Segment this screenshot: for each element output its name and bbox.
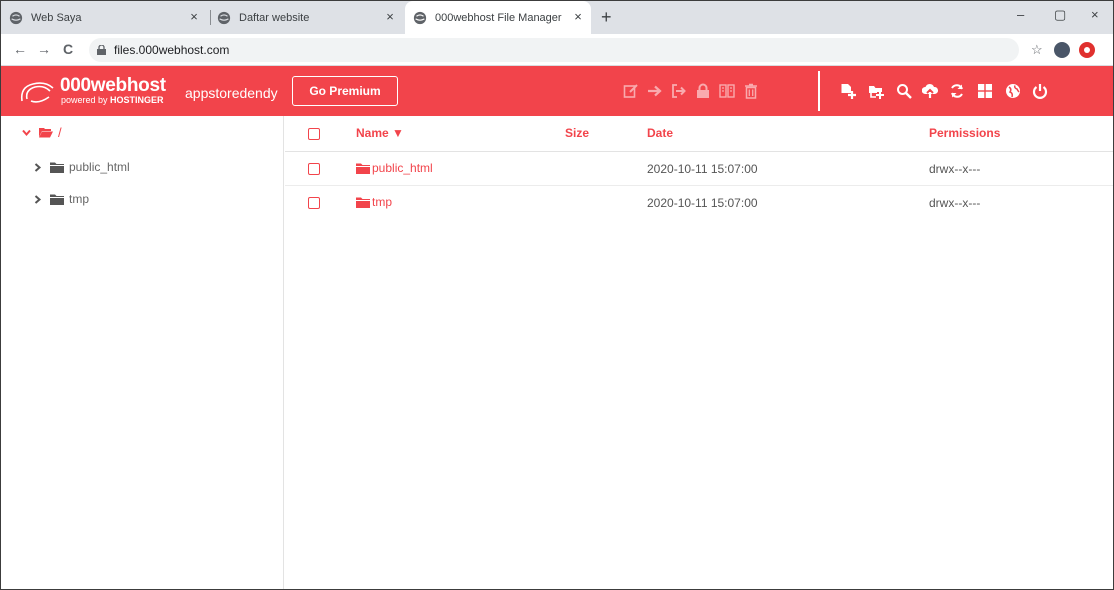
folder-tree: / public_html tmp [1, 116, 284, 589]
url-text: files.000webhost.com [114, 43, 230, 57]
maximize-button[interactable]: ▢ [1054, 7, 1066, 23]
file-permissions: drwx--x--- [929, 196, 981, 210]
upload-icon[interactable] [921, 82, 939, 100]
chevron-right-icon [34, 162, 42, 172]
chevron-down-icon [22, 129, 31, 137]
sidebar-item-public-html[interactable]: public_html [33, 160, 130, 174]
window-close-button[interactable]: × [1091, 7, 1099, 22]
column-header-name[interactable]: Name ▼ [356, 126, 404, 140]
back-button[interactable]: ← [13, 41, 27, 57]
sidebar-item-tmp[interactable]: tmp [33, 192, 89, 206]
column-header-permissions[interactable]: Permissions [929, 126, 1000, 140]
file-date: 2020-10-11 15:07:00 [647, 196, 758, 210]
file-table: Name ▼ Size Date Permissions public_html… [285, 116, 1113, 589]
new-folder-icon[interactable] [867, 82, 885, 100]
tab-title: Daftar website [239, 11, 310, 24]
lock-icon [97, 45, 106, 55]
go-premium-button[interactable]: Go Premium [292, 76, 398, 106]
folder-icon [356, 197, 370, 208]
file-name-label: public_html [372, 161, 433, 175]
tab-title: Web Saya [31, 11, 82, 24]
reload-button[interactable]: C [63, 41, 73, 57]
tab-strip: Web Saya × Daftar website × 000webhost F… [1, 1, 1113, 34]
file-permissions: drwx--x--- [929, 162, 981, 176]
tab-close-button[interactable]: × [187, 10, 201, 24]
tab-close-button[interactable]: × [571, 10, 585, 24]
extension-icon[interactable] [1079, 42, 1095, 58]
tab-web-saya[interactable]: Web Saya × [9, 1, 207, 34]
power-icon[interactable] [1031, 82, 1049, 100]
url-field[interactable]: files.000webhost.com [89, 38, 1019, 62]
file-name[interactable]: public_html [356, 161, 433, 175]
sidebar-item-label: public_html [69, 160, 130, 174]
app-header: 000webhost powered by HOSTINGER appstore… [1, 66, 1113, 116]
powered-by-text: powered by [61, 95, 108, 105]
tab-file-manager[interactable]: 000webhost File Manager × [405, 1, 591, 34]
table-row[interactable]: public_html 2020-10-11 15:07:00 drwx--x-… [285, 152, 1113, 186]
tab-separator [210, 10, 211, 25]
globe-icon [9, 11, 23, 24]
tab-title: 000webhost File Manager [435, 11, 562, 24]
browser-window: Web Saya × Daftar website × 000webhost F… [0, 0, 1114, 590]
globe-icon[interactable] [1004, 82, 1022, 100]
archive-icon[interactable] [718, 82, 736, 100]
rename-icon[interactable] [670, 82, 688, 100]
row-checkbox[interactable] [308, 163, 320, 175]
tree-root[interactable]: / [22, 125, 62, 140]
table-header: Name ▼ Size Date Permissions [285, 116, 1113, 152]
edit-icon[interactable] [622, 82, 640, 100]
toolbar-divider [818, 71, 820, 111]
forward-button[interactable]: → [37, 41, 51, 57]
minimize-button[interactable]: – [1017, 7, 1024, 22]
brand-name: 000webhost [60, 75, 166, 96]
column-header-size[interactable]: Size [565, 126, 589, 140]
refresh-icon[interactable] [948, 82, 966, 100]
tab-close-button[interactable]: × [383, 10, 397, 24]
tab-daftar-website[interactable]: Daftar website × [217, 1, 403, 34]
new-file-icon[interactable] [839, 82, 857, 100]
folder-icon [50, 194, 64, 205]
column-header-date[interactable]: Date [647, 126, 673, 140]
globe-icon [413, 11, 427, 24]
username: appstoredendy [185, 85, 278, 101]
search-icon[interactable] [895, 82, 913, 100]
sidebar-item-label: tmp [69, 192, 90, 206]
row-checkbox[interactable] [308, 197, 320, 209]
file-date: 2020-10-11 15:07:00 [647, 162, 758, 176]
folder-open-icon [39, 128, 53, 138]
folder-icon [356, 163, 370, 174]
avatar[interactable] [1054, 42, 1070, 58]
grid-view-icon[interactable] [976, 82, 994, 100]
move-icon[interactable] [646, 82, 664, 100]
select-all-checkbox[interactable] [308, 128, 320, 140]
globe-icon [217, 11, 231, 24]
000webhost-logo-icon [20, 82, 54, 103]
file-name-label: tmp [372, 195, 393, 209]
bookmark-star-icon[interactable]: ☆ [1031, 42, 1043, 58]
file-name[interactable]: tmp [356, 195, 392, 209]
powered-by: powered by HOSTINGER [61, 95, 164, 105]
chevron-right-icon [34, 194, 42, 204]
lock-icon[interactable] [694, 82, 712, 100]
table-row[interactable]: tmp 2020-10-11 15:07:00 drwx--x--- [285, 186, 1113, 220]
tree-root-label: / [58, 125, 62, 140]
folder-icon [50, 162, 64, 173]
new-tab-button[interactable]: + [601, 7, 612, 27]
delete-icon[interactable] [742, 82, 760, 100]
powered-by-brand: HOSTINGER [110, 95, 164, 105]
address-bar: ← → C files.000webhost.com ☆ [1, 34, 1113, 66]
